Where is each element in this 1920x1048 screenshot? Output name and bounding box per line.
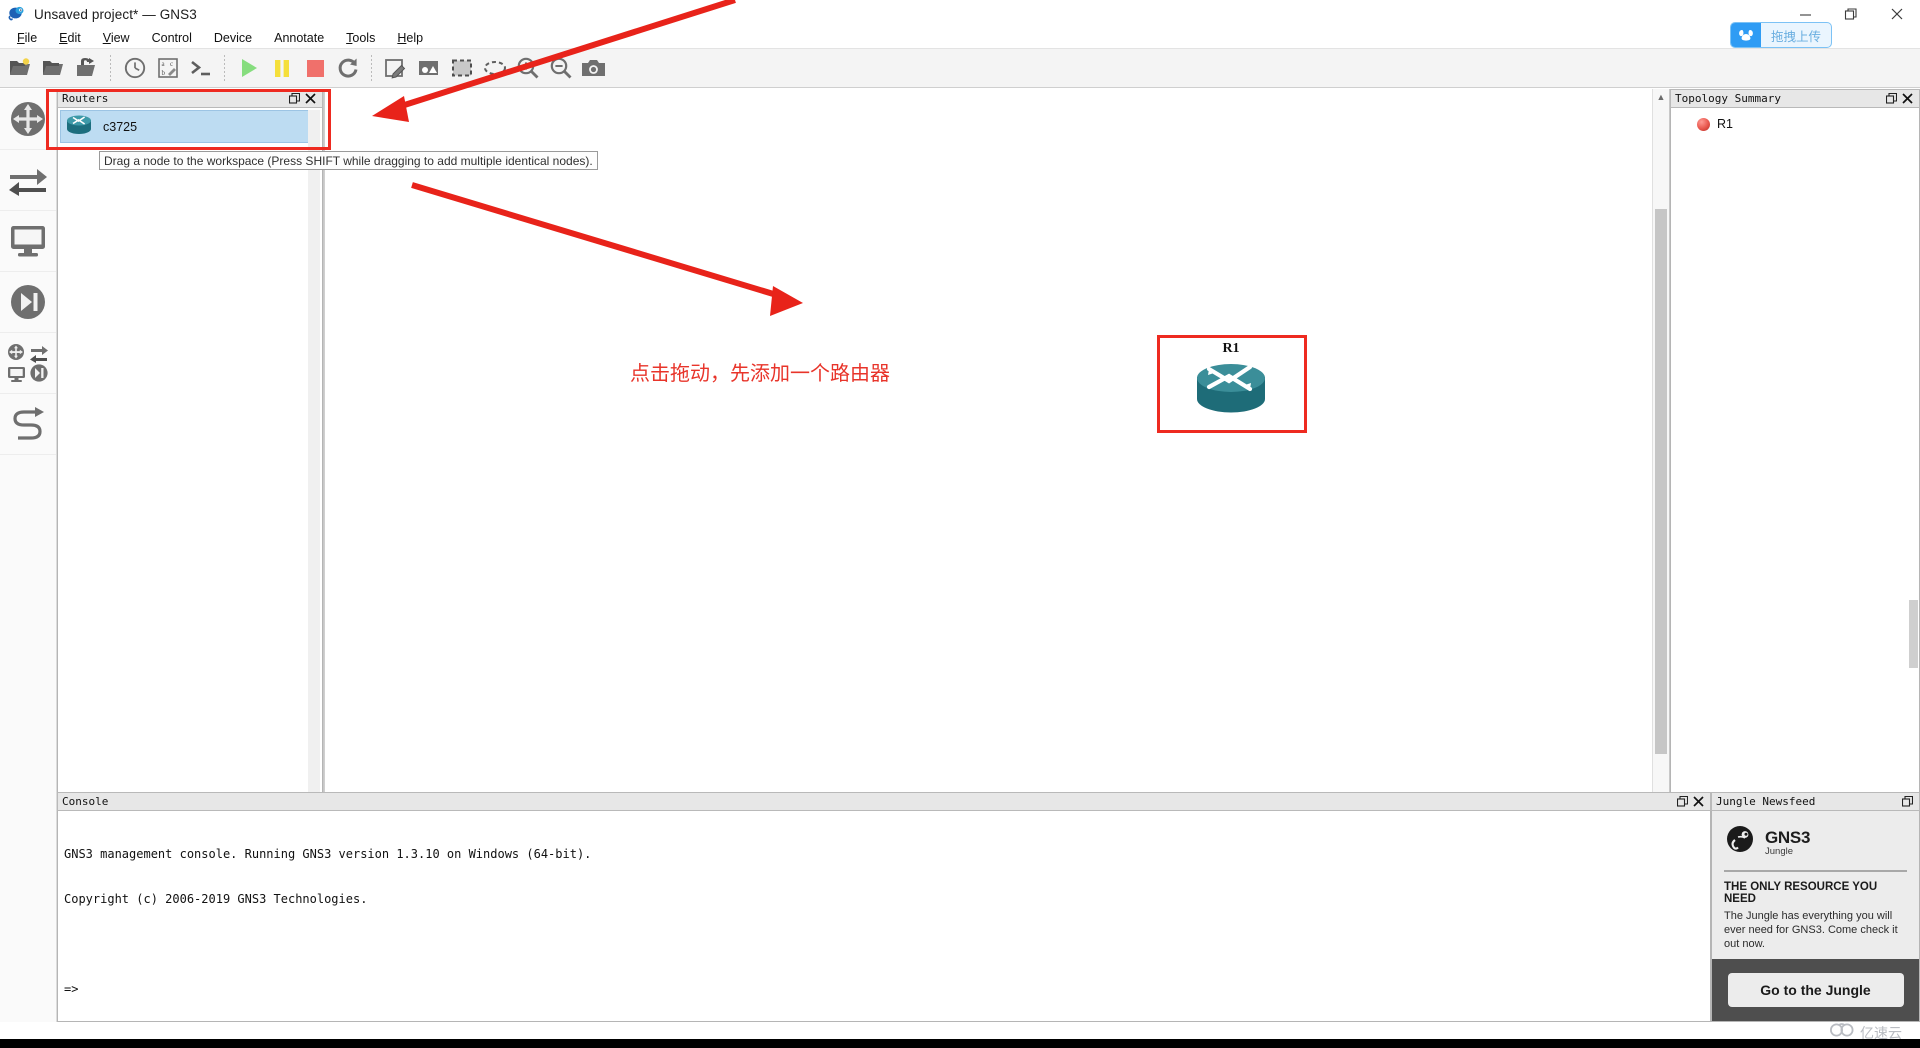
float-button[interactable]	[1899, 794, 1915, 809]
new-project-button[interactable]	[4, 51, 37, 85]
rail-end-devices[interactable]	[0, 211, 56, 272]
console-line: GNS3 management console. Running GNS3 ve…	[64, 847, 592, 861]
topology-node-r1[interactable]: R1	[1675, 114, 1915, 134]
newsfeed-logo-primary: GNS3	[1765, 827, 1811, 847]
zoom-out-button[interactable]	[544, 51, 577, 85]
newsfeed-title-bar: Jungle Newsfeed	[1711, 792, 1920, 811]
newsfeed-headline: THE ONLY RESOURCE YOU NEED	[1724, 881, 1878, 905]
baidu-netdisk-icon	[1730, 23, 1761, 47]
status-led-icon	[1697, 117, 1710, 131]
newsfeed-title: Jungle Newsfeed	[1716, 795, 1816, 808]
bottom-docks: Console GNS3 management console. Running…	[0, 792, 1920, 1022]
open-project-button[interactable]	[37, 51, 70, 85]
show-hide-names-button[interactable]: a c b	[151, 51, 184, 85]
menu-help[interactable]: Help	[386, 28, 434, 48]
toolbar-separator	[224, 55, 225, 81]
baidu-upload-label: 拖拽上传	[1770, 29, 1821, 44]
stop-all-button[interactable]	[298, 51, 331, 85]
rail-security-devices[interactable]	[0, 272, 56, 333]
router-template-c3725[interactable]: c3725	[60, 110, 320, 143]
menu-view[interactable]: View	[92, 28, 141, 48]
insert-image-button[interactable]	[412, 51, 445, 85]
gns3-jungle-logo: GNS3 Jungle	[1712, 811, 1919, 860]
chameleon-logo-icon	[1726, 825, 1758, 860]
routers-dock-title: Routers	[62, 92, 109, 105]
newsfeed-divider	[1724, 870, 1907, 872]
rail-switches[interactable]	[0, 150, 56, 211]
console-title-bar: Console	[57, 792, 1711, 811]
toolbar-separator	[371, 55, 372, 81]
newsfeed-body-text: The Jungle has everything you will ever …	[1724, 910, 1898, 950]
float-button[interactable]	[1883, 91, 1899, 106]
rail-add-link[interactable]	[0, 394, 56, 455]
svg-text:a: a	[161, 60, 165, 68]
baidu-upload-button[interactable]: 拖拽上传	[1729, 22, 1832, 48]
close-button[interactable]	[302, 91, 318, 106]
menu-device[interactable]: Device	[203, 28, 263, 48]
cisco-router-icon	[1192, 364, 1270, 419]
toolbar-separator	[110, 55, 111, 81]
snapshot-button[interactable]	[118, 51, 151, 85]
maximize-button[interactable]	[1828, 0, 1874, 28]
topology-scroll-thumb[interactable]	[1909, 600, 1918, 668]
menu-bar: File Edit View Control Device Annotate T…	[0, 28, 1920, 48]
os-taskbar	[0, 1039, 1920, 1048]
gns3-chameleon-icon	[8, 5, 26, 23]
main-toolbar: a c b	[0, 48, 1920, 88]
console-title: Console	[62, 795, 109, 808]
menu-edit[interactable]: Edit	[48, 28, 92, 48]
close-button[interactable]	[1690, 794, 1706, 809]
console-output[interactable]: GNS3 management console. Running GNS3 ve…	[57, 811, 1711, 1022]
newsfeed-body: GNS3 Jungle THE ONLY RESOURCE YOU NEED T…	[1711, 811, 1920, 1022]
svg-text:b: b	[161, 69, 165, 77]
float-button[interactable]	[1674, 794, 1690, 809]
drag-node-tooltip: Drag a node to the workspace (Press SHIF…	[99, 151, 598, 170]
save-project-as-button[interactable]	[70, 51, 103, 85]
router-template-label: c3725	[103, 119, 138, 134]
topology-summary-title-bar: Topology Summary	[1670, 89, 1920, 108]
draw-rectangle-button[interactable]	[445, 51, 478, 85]
newsfeed-logo-secondary: Jungle	[1765, 845, 1793, 857]
newsfeed-footer: Go to the Jungle	[1712, 959, 1919, 1021]
rail-all-devices[interactable]	[0, 333, 56, 394]
canvas-node-r1[interactable]: R1	[1170, 341, 1292, 420]
topology-node-label: R1	[1717, 117, 1733, 131]
zoom-in-button[interactable]	[511, 51, 544, 85]
reload-all-button[interactable]	[331, 51, 364, 85]
topology-summary-title: Topology Summary	[1675, 92, 1781, 105]
menu-file[interactable]: File	[6, 28, 48, 48]
menu-control[interactable]: Control	[141, 28, 203, 48]
menu-tools[interactable]: Tools	[335, 28, 386, 48]
start-all-button[interactable]	[232, 51, 265, 85]
window-title-bar: Unsaved project* — GNS3	[0, 0, 1920, 28]
draw-ellipse-button[interactable]	[478, 51, 511, 85]
chevron-up-icon[interactable]: ▲	[1653, 89, 1669, 105]
svg-text:c: c	[170, 60, 173, 68]
window-title: Unsaved project* — GNS3	[34, 6, 197, 22]
vertical-scroll-thumb[interactable]	[1655, 209, 1667, 754]
rail-routers[interactable]	[0, 89, 56, 150]
console-prompt: =>	[64, 982, 79, 996]
float-button[interactable]	[286, 91, 302, 106]
close-button[interactable]	[1899, 91, 1915, 106]
pause-all-button[interactable]	[265, 51, 298, 85]
add-note-button[interactable]	[379, 51, 412, 85]
routers-dock-title-bar: Routers	[57, 89, 323, 108]
annotation-chinese-text: 点击拖动，先添加一个路由器	[630, 361, 890, 385]
menu-annotate[interactable]: Annotate	[263, 28, 335, 48]
canvas-node-label: R1	[1222, 341, 1240, 356]
screenshot-button[interactable]	[577, 51, 610, 85]
router-icon	[65, 112, 93, 141]
go-to-jungle-button[interactable]: Go to the Jungle	[1727, 973, 1904, 1007]
console-all-button[interactable]	[184, 51, 217, 85]
jungle-newsfeed-dock: Jungle Newsfeed GNS3 Jungle THE ONLY RES…	[1711, 792, 1920, 1022]
console-dock: Console GNS3 management console. Running…	[57, 792, 1711, 1022]
close-button[interactable]	[1874, 0, 1920, 28]
console-line: Copyright (c) 2006-2019 GNS3 Technologie…	[64, 892, 368, 906]
